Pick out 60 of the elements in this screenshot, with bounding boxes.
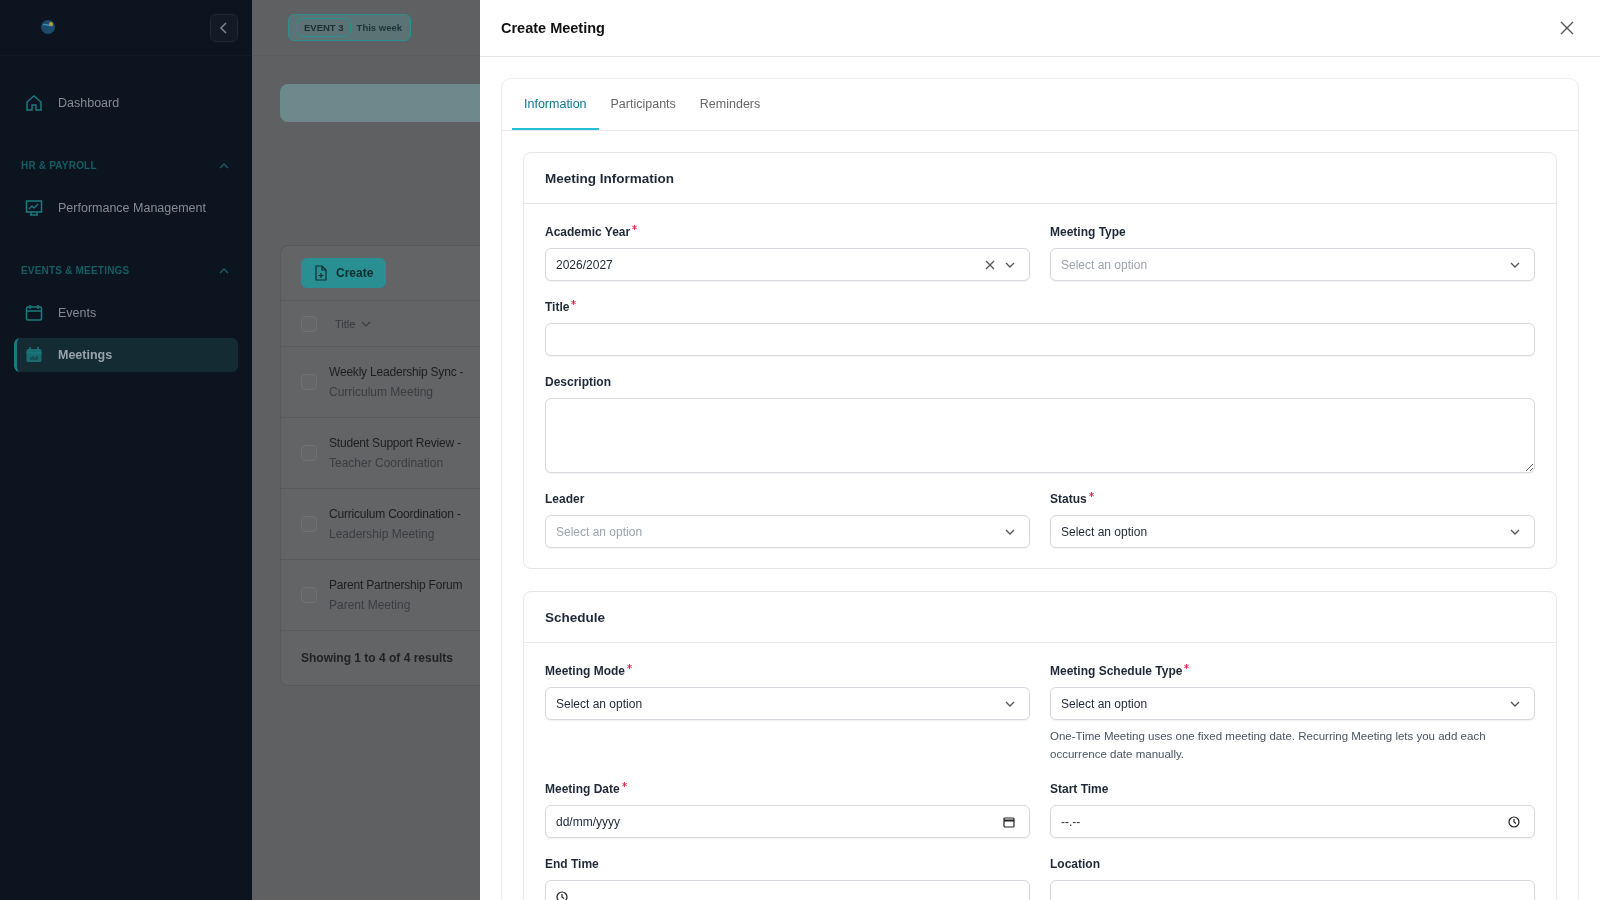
tab[interactable]: Information (512, 97, 599, 130)
calendar-grid-icon (24, 345, 44, 365)
field-label: Description (545, 375, 611, 389)
field-label: Title (545, 300, 577, 314)
field-label: Status (1050, 492, 1094, 506)
tab[interactable]: Participants (598, 97, 688, 130)
tab[interactable]: Reminders (687, 97, 773, 130)
meeting-title: Curriculum Coordination - (329, 507, 461, 521)
chevron-icon[interactable] (218, 161, 230, 170)
chevron-down-icon[interactable] (1005, 700, 1015, 707)
field-label: Meeting Type (1050, 225, 1126, 239)
chevron-down-icon[interactable] (1005, 261, 1015, 268)
section-title: Schedule (545, 609, 606, 625)
section-title: Meeting Information (545, 170, 674, 186)
results-summary: Showing 1 to 4 of 4 results (301, 651, 454, 665)
calendar-icon (24, 303, 44, 323)
sidebar-item[interactable]: Events (14, 296, 238, 330)
home-icon (24, 93, 44, 113)
section-heading: HR & PAYROLL (21, 160, 97, 171)
close-button[interactable] (1558, 19, 1576, 37)
sidebar-item[interactable]: Dashboard (14, 86, 238, 120)
file-plus-icon[interactable] (314, 265, 328, 281)
select-field[interactable]: 2026/2027 (545, 248, 1030, 281)
sidebar-item[interactable]: Meetings (14, 338, 238, 372)
date-field[interactable]: dd/mm/yyyy (545, 805, 1030, 838)
badge-label: This week (356, 22, 403, 33)
select-field[interactable]: Select an option (545, 687, 1030, 720)
help-text: One-Time Meeting uses one fixed meeting date. Recurring Meeting lets you add each occurrence date manually. (1050, 729, 1487, 762)
chevron-down-icon[interactable] (1510, 700, 1520, 707)
select-field[interactable]: Select an option (1050, 687, 1535, 720)
section-heading: EVENTS & MEETINGS (21, 265, 130, 276)
create-button[interactable]: Create (301, 258, 387, 288)
chevron-icon[interactable] (218, 266, 230, 275)
meeting-title: Weekly Leadership Sync - (329, 365, 464, 379)
sidebar-item[interactable]: Performance Management (14, 191, 238, 225)
collapse-button[interactable] (210, 13, 238, 42)
field-label: Meeting Date (545, 782, 627, 796)
chevron-left-icon[interactable] (218, 20, 230, 35)
field-label: Meeting Mode (545, 664, 632, 678)
chevron-down-icon[interactable] (1510, 528, 1520, 535)
calendar-icon[interactable] (1003, 815, 1015, 828)
chevron-down-icon[interactable] (1510, 261, 1520, 268)
chevron-down-icon[interactable] (1005, 528, 1015, 535)
clear-icon[interactable] (985, 259, 995, 270)
text-field[interactable] (545, 323, 1535, 356)
chart-board-icon (24, 198, 44, 218)
meeting-title: Parent Partnership Forum (329, 578, 463, 592)
field-label: Leader (545, 492, 585, 506)
field-label: Start Time (1050, 782, 1109, 796)
field-label: Meeting Schedule Type (1050, 664, 1190, 678)
field-label: Academic Year (545, 225, 638, 239)
meeting-title: Student Support Review - (329, 436, 461, 450)
field-label: Location (1050, 857, 1100, 871)
clock-icon[interactable] (556, 890, 568, 900)
select-field[interactable]: Select an option (1050, 515, 1535, 548)
time-field[interactable]: --.-- (1050, 805, 1535, 838)
drawer-title: Create Meeting (501, 20, 605, 36)
clock-icon[interactable] (1508, 815, 1520, 828)
field-label: End Time (545, 857, 599, 871)
event-tag: EVENT 3 (297, 18, 351, 37)
